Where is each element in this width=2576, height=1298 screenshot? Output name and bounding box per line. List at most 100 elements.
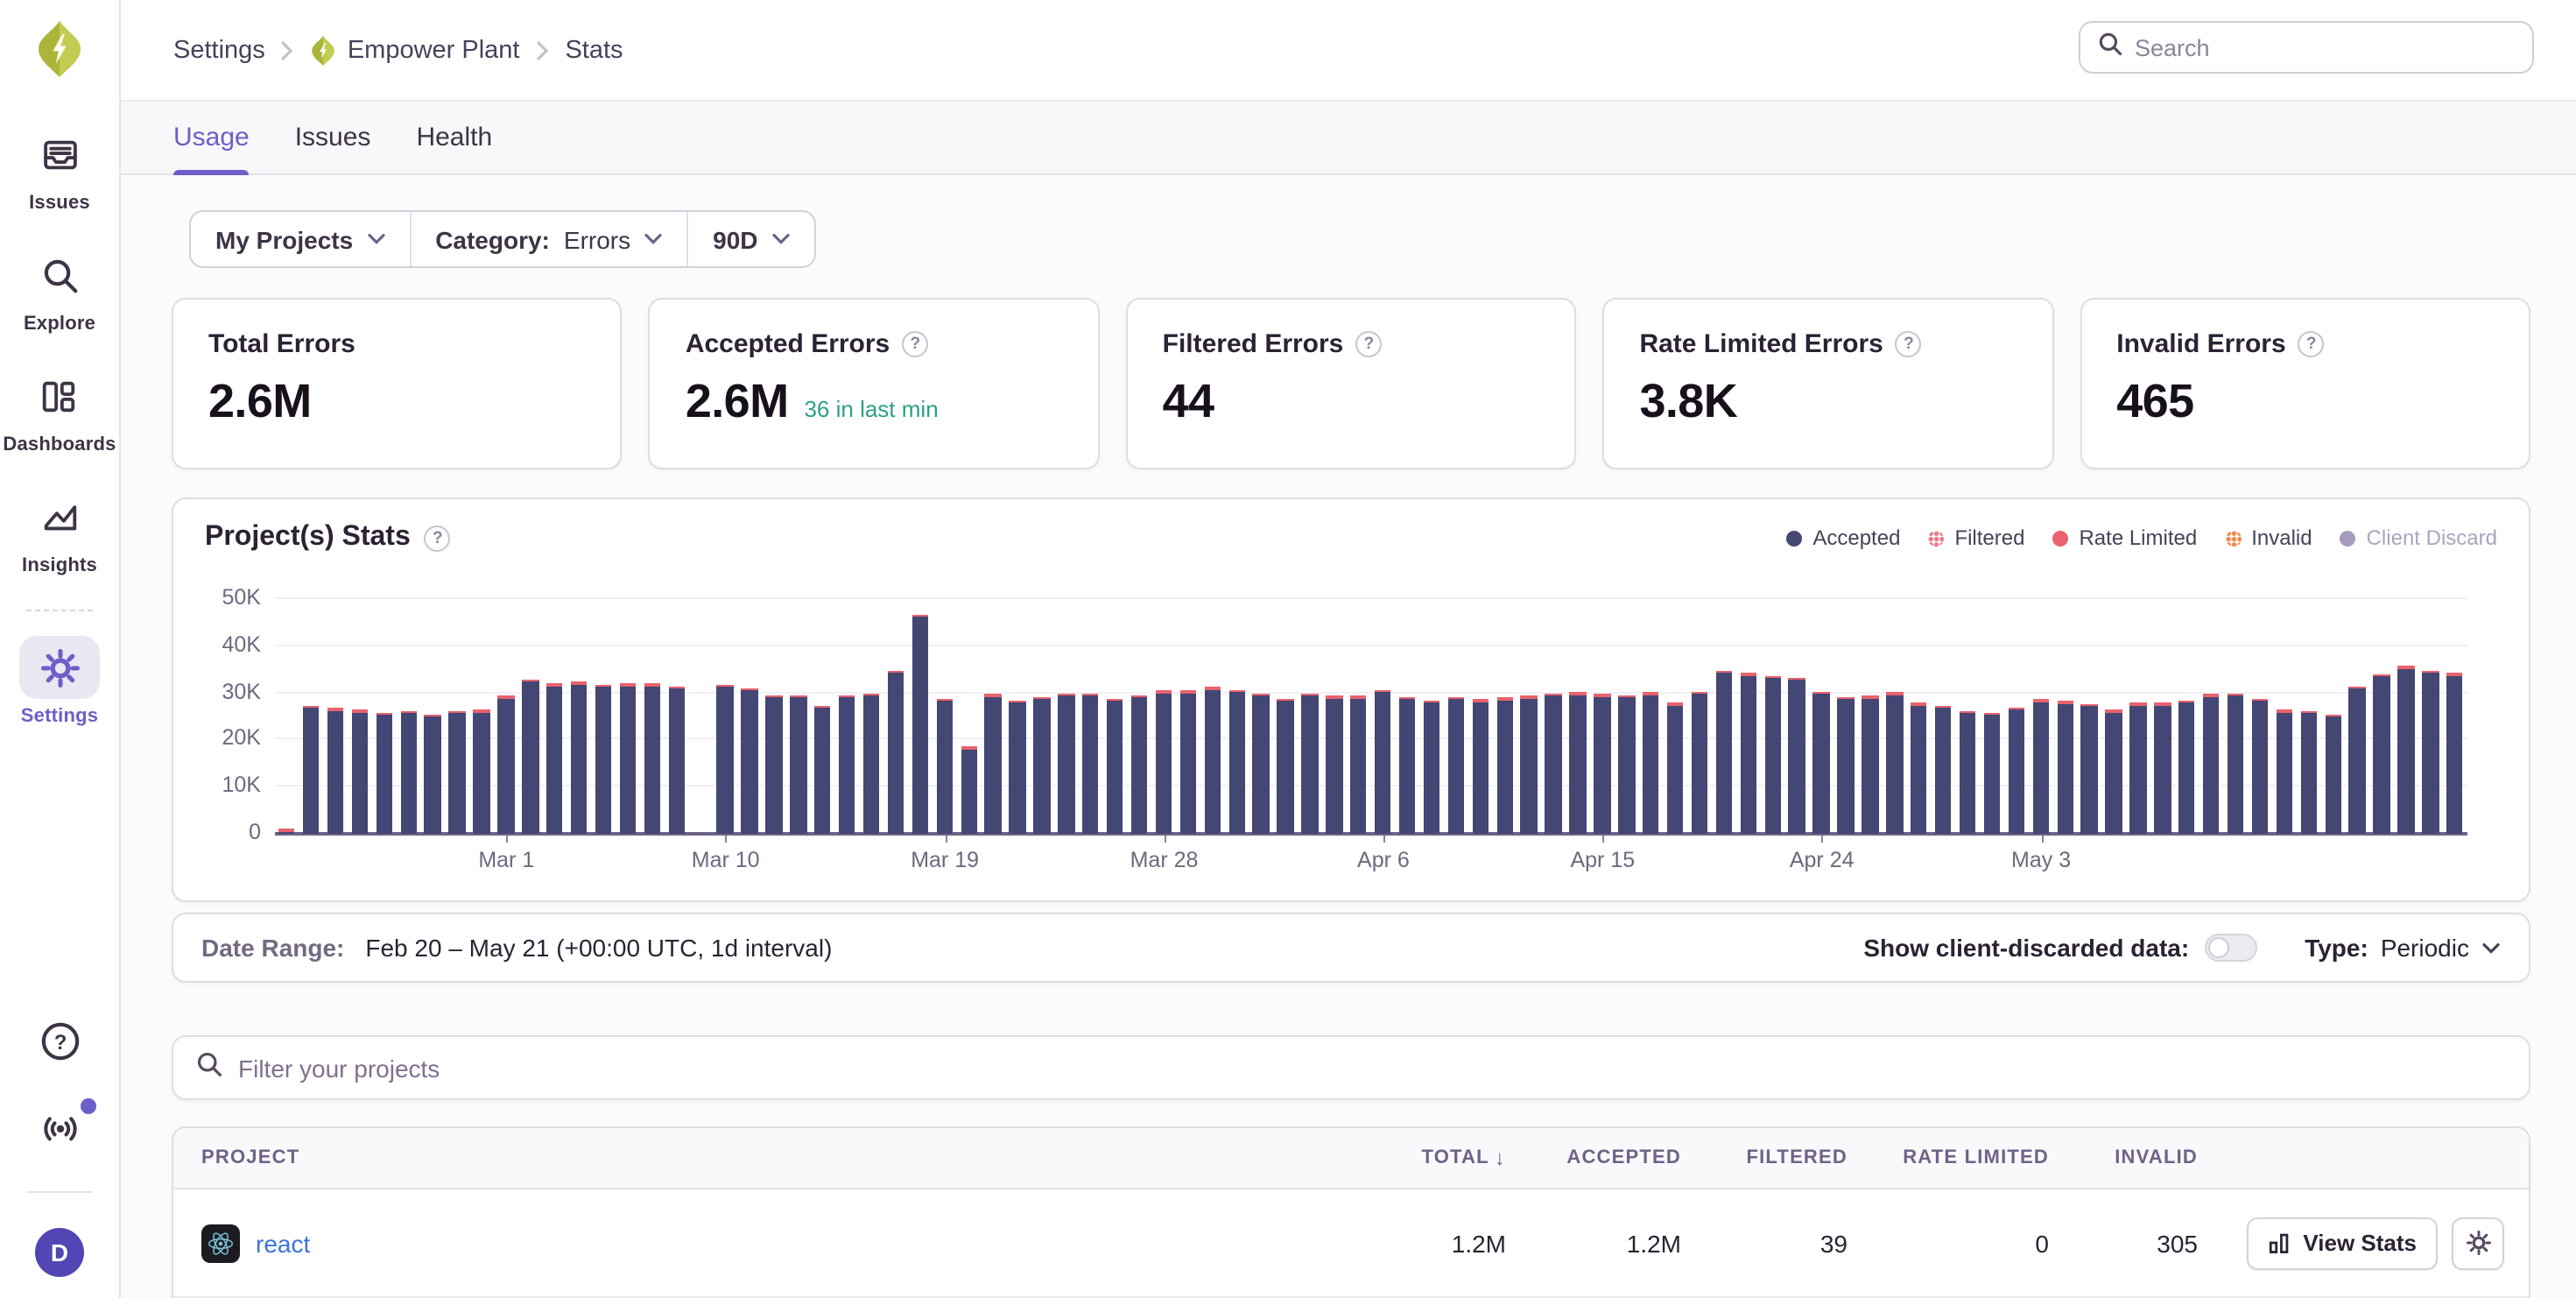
chart-bar[interactable] bbox=[303, 706, 320, 834]
legend-item-invalid[interactable]: Invalid bbox=[2225, 526, 2312, 550]
sidebar-item-insights[interactable]: Insights bbox=[19, 485, 100, 576]
chart-bar[interactable] bbox=[1277, 699, 1294, 834]
chart-bar[interactable] bbox=[595, 685, 612, 834]
chart-bar[interactable] bbox=[1643, 693, 1659, 834]
chart-bar[interactable] bbox=[1692, 691, 1708, 834]
legend-item-accepted[interactable]: Accepted bbox=[1786, 526, 1900, 550]
chart-bar[interactable] bbox=[936, 698, 953, 834]
col-accepted[interactable]: ACCEPTED bbox=[1513, 1147, 1688, 1168]
chart-bar[interactable] bbox=[1156, 691, 1172, 834]
project-settings-button[interactable] bbox=[2452, 1217, 2504, 1269]
tab-issues[interactable]: Issues bbox=[295, 102, 371, 173]
chart-bar[interactable] bbox=[1107, 699, 1123, 834]
col-invalid[interactable]: INVALID bbox=[2056, 1147, 2205, 1168]
chart-bar[interactable] bbox=[376, 712, 392, 834]
sidebar-item-issues[interactable]: Issues bbox=[19, 123, 100, 214]
chart-bar[interactable] bbox=[1764, 676, 1781, 834]
sidebar-item-explore[interactable]: Explore bbox=[19, 243, 100, 335]
chart-bar[interactable] bbox=[2422, 671, 2439, 834]
breadcrumb-settings[interactable]: Settings bbox=[173, 36, 265, 64]
chart-bar[interactable] bbox=[327, 708, 344, 834]
chart-bar[interactable] bbox=[2252, 698, 2269, 834]
sidebar-item-dashboards[interactable]: Dashboards bbox=[3, 364, 116, 455]
type-selector[interactable]: Type: Periodic bbox=[2305, 934, 2501, 962]
col-project[interactable]: PROJECT bbox=[173, 1147, 1347, 1168]
col-total[interactable]: TOTAL↓ bbox=[1347, 1146, 1513, 1170]
chart-bar[interactable] bbox=[1618, 695, 1635, 834]
col-rate-limited[interactable]: RATE LIMITED bbox=[1855, 1147, 2056, 1168]
chart-bar[interactable] bbox=[522, 680, 538, 834]
chart-bar[interactable] bbox=[2300, 711, 2317, 834]
chart-bar[interactable] bbox=[1204, 688, 1221, 834]
sidebar-item-settings[interactable]: Settings bbox=[19, 636, 100, 727]
project-filter-input[interactable] bbox=[238, 1054, 2506, 1082]
chart-bar[interactable] bbox=[717, 685, 734, 834]
chart-bar[interactable] bbox=[668, 686, 685, 834]
chart-bar[interactable] bbox=[1424, 701, 1440, 834]
tab-health[interactable]: Health bbox=[416, 102, 492, 173]
chart-bar[interactable] bbox=[790, 695, 806, 834]
chart-bar[interactable] bbox=[1179, 691, 1196, 834]
chart-bar[interactable] bbox=[742, 688, 758, 834]
help-icon[interactable]: ? bbox=[425, 525, 451, 551]
chart-bar[interactable] bbox=[2228, 694, 2244, 834]
chart-bar[interactable] bbox=[1253, 694, 1270, 834]
chart-bar[interactable] bbox=[497, 695, 514, 834]
chart-bar[interactable] bbox=[765, 695, 782, 834]
chart-bar[interactable] bbox=[1960, 711, 1976, 834]
empower-plant-logo[interactable] bbox=[35, 19, 84, 88]
chart-bar[interactable] bbox=[474, 710, 490, 835]
help-icon[interactable]: ? bbox=[1355, 331, 1382, 357]
chart-bar[interactable] bbox=[2398, 667, 2415, 834]
chart-bar[interactable] bbox=[2446, 674, 2463, 834]
chart-bar[interactable] bbox=[1545, 694, 1562, 834]
chart-bar[interactable] bbox=[1716, 671, 1733, 834]
chart-bar[interactable] bbox=[571, 682, 588, 834]
chart-bar[interactable] bbox=[2178, 701, 2195, 834]
project-selector[interactable]: My Projects bbox=[191, 212, 409, 266]
chart-bar[interactable] bbox=[961, 747, 977, 834]
broadcast-icon[interactable] bbox=[36, 1107, 83, 1156]
chart-bar[interactable] bbox=[1521, 695, 1538, 834]
chart-bar[interactable] bbox=[2129, 702, 2146, 834]
chart-bar[interactable] bbox=[644, 684, 660, 835]
chart-bar[interactable] bbox=[1010, 700, 1026, 834]
chart-bar[interactable] bbox=[1862, 695, 1878, 834]
chart-bar[interactable] bbox=[1472, 700, 1489, 834]
chart-bar[interactable] bbox=[1838, 697, 1855, 834]
chart-bar[interactable] bbox=[1228, 689, 1245, 834]
chart-bar[interactable] bbox=[1399, 697, 1416, 835]
chart-bar[interactable] bbox=[1570, 693, 1587, 834]
chart-bar[interactable] bbox=[351, 710, 368, 835]
global-search[interactable] bbox=[2079, 21, 2534, 74]
help-icon[interactable]: ? bbox=[2298, 331, 2325, 357]
chart-bar[interactable] bbox=[888, 671, 904, 835]
chart-bar[interactable] bbox=[1131, 695, 1148, 834]
chart-bar[interactable] bbox=[1594, 695, 1610, 834]
chart-bar[interactable] bbox=[1813, 691, 1830, 834]
chart-bar[interactable] bbox=[1984, 712, 2001, 834]
legend-item-rate-limited[interactable]: Rate Limited bbox=[2052, 526, 2197, 550]
chart-bar[interactable] bbox=[839, 695, 855, 834]
chart-bar[interactable] bbox=[2106, 710, 2122, 835]
chart-bar[interactable] bbox=[400, 711, 417, 834]
chart-bar[interactable] bbox=[1886, 693, 1903, 834]
chart-bar[interactable] bbox=[1935, 706, 1952, 834]
chart-bar[interactable] bbox=[2325, 715, 2341, 834]
chart-bar[interactable] bbox=[2032, 700, 2049, 834]
chart-bar[interactable] bbox=[2008, 708, 2024, 834]
legend-item-filtered[interactable]: Filtered bbox=[1928, 526, 2024, 550]
chart-bar[interactable] bbox=[2374, 674, 2390, 834]
chart-bar[interactable] bbox=[985, 695, 1002, 834]
chart-bar[interactable] bbox=[425, 714, 441, 834]
chart-bar[interactable] bbox=[1350, 695, 1367, 834]
chart-bar[interactable] bbox=[1667, 702, 1684, 834]
chart-bar[interactable] bbox=[1033, 697, 1050, 834]
chart-bar[interactable] bbox=[2154, 702, 2171, 834]
chart-bar[interactable] bbox=[1447, 697, 1464, 835]
category-selector[interactable]: Category: Errors bbox=[409, 212, 686, 266]
avatar[interactable]: D bbox=[35, 1228, 84, 1277]
chart-bar[interactable] bbox=[2276, 710, 2292, 835]
tab-usage[interactable]: Usage bbox=[173, 102, 250, 173]
chart-bar[interactable] bbox=[2349, 687, 2366, 834]
